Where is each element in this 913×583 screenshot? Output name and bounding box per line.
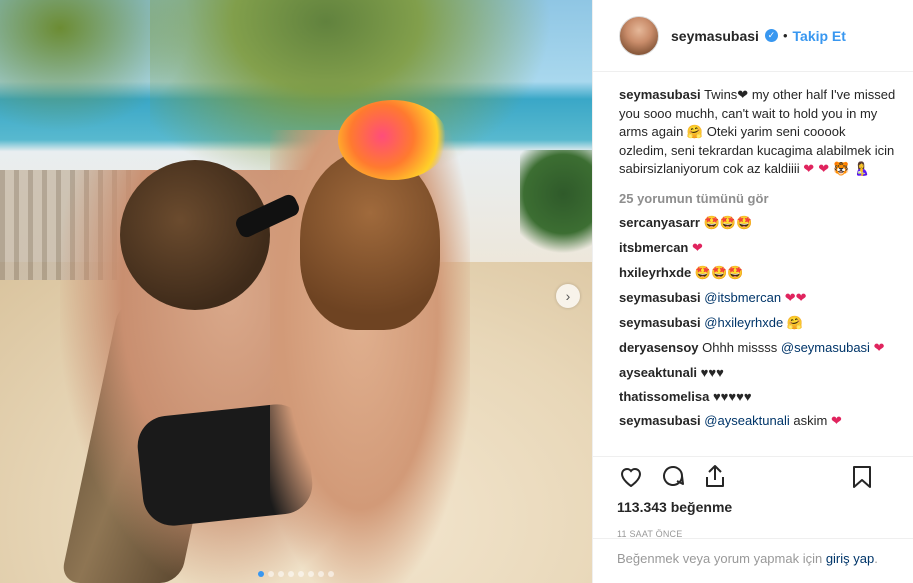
comment-item: itsbmercan ❤	[619, 239, 897, 258]
carousel-dot[interactable]	[318, 571, 324, 577]
comment-username[interactable]: seymasubasi	[619, 413, 701, 428]
post-caption: seymasubasi Twins❤ my other half I've mi…	[619, 86, 897, 179]
share-icon[interactable]	[701, 462, 729, 490]
carousel-dot[interactable]	[288, 571, 294, 577]
comment-item: seymasubasi @ayseaktunali askim ❤	[619, 412, 897, 431]
action-icons	[617, 457, 898, 495]
comment-emoji: 🤩🤩🤩	[703, 216, 753, 231]
carousel-dot[interactable]	[258, 571, 264, 577]
login-text: Beğenmek veya yorum yapmak için	[617, 551, 826, 566]
caption-username[interactable]: seymasubasi	[619, 87, 701, 102]
mention-link[interactable]: @seymasubasi	[781, 340, 870, 355]
comment-emoji: 🤩🤩🤩	[694, 266, 744, 281]
bookmark-icon[interactable]	[848, 463, 876, 491]
comment-emoji: 🤗	[786, 316, 804, 331]
photo-hair-bow	[338, 100, 448, 180]
caption-text: Twins	[704, 87, 738, 102]
comment-text: Ohhh missss	[702, 340, 781, 355]
carousel-dots	[0, 571, 592, 577]
comment-emoji: ❤	[830, 414, 842, 429]
instagram-post: › seymasubasi ✓ • Takip Et seymasubasi T…	[0, 0, 913, 583]
carousel-dot[interactable]	[268, 571, 274, 577]
login-end: .	[874, 551, 878, 566]
comment-username[interactable]: itsbmercan	[619, 240, 688, 255]
comment-username[interactable]: thatissomelisa	[619, 389, 709, 404]
comment-text: ♥♥♥♥♥	[712, 389, 752, 404]
comment-item: seymasubasi @hxileyrhxde 🤗	[619, 314, 897, 333]
comment-icon[interactable]	[659, 462, 687, 490]
chevron-right-icon[interactable]: ›	[556, 284, 580, 308]
photo-girl-hair	[300, 150, 440, 330]
follow-button[interactable]: Takip Et	[793, 28, 846, 44]
photo-shrub	[520, 150, 592, 260]
post-side-panel: seymasubasi ✓ • Takip Et seymasubasi Twi…	[592, 0, 913, 583]
carousel-dot[interactable]	[278, 571, 284, 577]
comment-username[interactable]: deryasensoy	[619, 340, 699, 355]
post-header: seymasubasi ✓ • Takip Et	[593, 0, 913, 72]
comment-emoji: ❤	[873, 341, 885, 356]
carousel-dot[interactable]	[328, 571, 334, 577]
comment-emoji: ❤❤	[784, 291, 807, 306]
comment-text: ♥♥♥	[700, 365, 724, 380]
comment-username[interactable]: hxileyrhxde	[619, 265, 691, 280]
comment-item: sercanyasarr 🤩🤩🤩	[619, 214, 897, 233]
caption-emoji-end: ❤ ❤ 🐯 🤱	[803, 162, 870, 177]
comment-username[interactable]: seymasubasi	[619, 315, 701, 330]
header-username[interactable]: seymasubasi	[671, 28, 759, 44]
comment-item: thatissomelisa ♥♥♥♥♥	[619, 388, 897, 406]
mention-link[interactable]: @hxileyrhxde	[704, 315, 783, 330]
post-actions: 113.343 beğenme 11 SAAT ÖNCE	[593, 456, 913, 539]
avatar[interactable]	[619, 15, 659, 56]
header-separator: •	[782, 28, 788, 43]
comment-username[interactable]: seymasubasi	[619, 290, 701, 305]
comment-item: hxileyrhxde 🤩🤩🤩	[619, 264, 897, 283]
heart-icon[interactable]	[617, 462, 645, 490]
comment-emoji: ❤	[692, 241, 703, 256]
likes-count[interactable]: 113.343 beğenme	[617, 499, 898, 515]
verified-icon: ✓	[764, 29, 778, 42]
comment-item: ayseaktunali ♥♥♥	[619, 364, 897, 382]
login-link[interactable]: giriş yap	[826, 551, 874, 566]
comment-item: deryasensoy Ohhh missss @seymasubasi ❤	[619, 339, 897, 358]
caption-heart: ❤	[737, 88, 749, 103]
comment-suffix: askim	[789, 413, 828, 428]
caption-hug: 🤗	[686, 125, 704, 140]
post-photo[interactable]: ›	[0, 0, 592, 583]
login-prompt: Beğenmek veya yorum yapmak için giriş ya…	[593, 538, 913, 567]
view-all-comments-link[interactable]: 25 yorumun tümünü gör	[619, 191, 897, 206]
mention-link[interactable]: @itsbmercan	[704, 290, 781, 305]
comment-item: seymasubasi @itsbmercan ❤❤	[619, 289, 897, 308]
comments-list: seymasubasi Twins❤ my other half I've mi…	[593, 72, 913, 456]
comment-username[interactable]: ayseaktunali	[619, 365, 697, 380]
carousel-dot[interactable]	[308, 571, 314, 577]
comment-username[interactable]: sercanyasarr	[619, 215, 700, 230]
carousel-dot[interactable]	[298, 571, 304, 577]
mention-link[interactable]: @ayseaktunali	[704, 413, 789, 428]
comment-items: sercanyasarr 🤩🤩🤩 itsbmercan ❤ hxileyrhxde …	[619, 214, 897, 431]
